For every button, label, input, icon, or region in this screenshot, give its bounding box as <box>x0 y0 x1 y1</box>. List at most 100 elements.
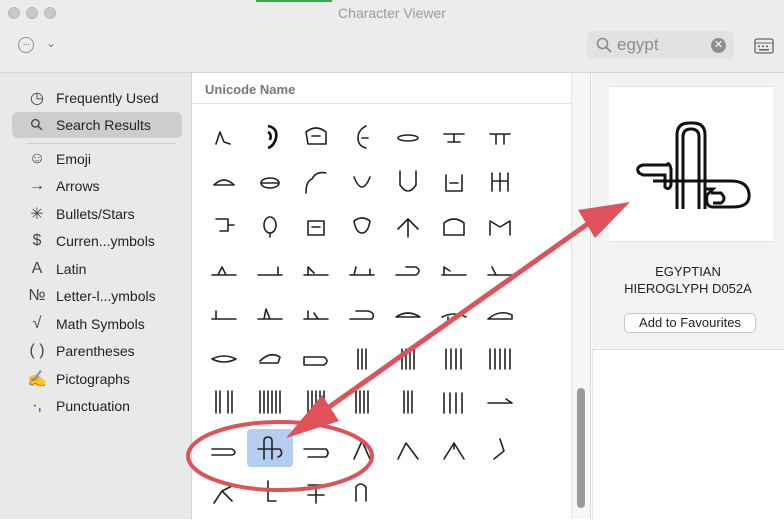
sidebar-item-pictographs[interactable]: ✍ Pictographs <box>12 366 182 392</box>
glyph-cell[interactable] <box>477 429 523 467</box>
keyboard-viewer-icon[interactable] <box>754 38 774 54</box>
glyph-cell[interactable] <box>431 339 477 377</box>
hieroglyph-icon <box>213 484 235 504</box>
glyph-cell[interactable] <box>385 207 431 245</box>
glyph-cell[interactable] <box>477 383 523 421</box>
sidebar-item-letter-l-ymbols[interactable]: № Letter-l...ymbols <box>12 283 182 309</box>
glyph-cell[interactable] <box>201 339 247 377</box>
glyph-cell[interactable] <box>247 383 293 421</box>
hieroglyph-icon <box>397 218 419 238</box>
glyph-cell[interactable] <box>247 163 293 201</box>
glyph-cell[interactable] <box>201 118 247 156</box>
search-icon <box>596 37 612 53</box>
glyph-cell[interactable] <box>293 339 339 377</box>
hieroglyph-icon <box>353 176 371 188</box>
glyph-cell[interactable] <box>339 295 385 333</box>
search-field[interactable]: ✕ <box>587 31 734 59</box>
glyph-cell[interactable] <box>293 429 339 467</box>
glyph-cell[interactable] <box>339 251 385 289</box>
glyph-cell[interactable] <box>339 429 385 467</box>
glyph-cell[interactable] <box>477 163 523 201</box>
glyph-cell[interactable] <box>339 473 385 511</box>
glyph-cell[interactable] <box>293 473 339 511</box>
glyph-cell[interactable] <box>477 118 523 156</box>
glyph-cell[interactable] <box>431 429 477 467</box>
glyph-cell[interactable] <box>247 118 293 156</box>
glyph-cell[interactable] <box>385 383 431 421</box>
glyph-cell[interactable] <box>293 295 339 333</box>
add-to-favourites-button[interactable]: Add to Favourites <box>624 313 756 333</box>
window-title: Character Viewer <box>338 5 446 21</box>
sidebar-item-search-results[interactable]: ⚲ Search Results <box>12 112 182 138</box>
glyph-cell[interactable] <box>431 163 477 201</box>
glyph-cell[interactable] <box>385 118 431 156</box>
glyph-cell[interactable] <box>431 207 477 245</box>
hieroglyph-icon <box>441 313 467 322</box>
glyph-cell[interactable] <box>339 118 385 156</box>
sidebar-item-arrows[interactable]: → Arrows <box>12 173 182 199</box>
glyph-cell[interactable] <box>293 383 339 421</box>
glyph-cell[interactable] <box>477 207 523 245</box>
sidebar-item-bullets-stars[interactable]: ✳ Bullets/Stars <box>12 201 182 227</box>
glyph-cell[interactable] <box>431 383 477 421</box>
sidebar-item-parentheses[interactable]: ( ) Parentheses <box>12 338 182 364</box>
search-input[interactable] <box>617 35 707 55</box>
glyph-cell[interactable] <box>201 207 247 245</box>
glyph-cell[interactable] <box>385 339 431 377</box>
hieroglyph-icon <box>305 171 327 194</box>
sidebar-item-math-symbols[interactable]: √ Math Symbols <box>12 311 182 337</box>
glyph-cell[interactable] <box>385 251 431 289</box>
hieroglyph-icon <box>257 266 283 276</box>
sidebar-item-frequently-used[interactable]: ◷ Frequently Used <box>12 85 182 111</box>
glyph-cell[interactable] <box>201 295 247 333</box>
glyph-cell[interactable] <box>293 207 339 245</box>
scrollbar-thumb[interactable] <box>577 388 585 508</box>
glyph-cell[interactable] <box>477 339 523 377</box>
glyph-cell[interactable] <box>339 383 385 421</box>
hieroglyph-icon <box>260 177 280 189</box>
glyph-cell[interactable] <box>247 207 293 245</box>
sidebar-item-curren-ymbols[interactable]: $ Curren...ymbols <box>12 228 182 254</box>
glyph-cell[interactable] <box>431 295 477 333</box>
glyph-cell-selected[interactable] <box>247 429 293 467</box>
glyph-cell[interactable] <box>293 118 339 156</box>
glyph-cell[interactable] <box>247 473 293 511</box>
glyph-cell[interactable] <box>201 429 247 467</box>
drag-indicator <box>256 0 332 2</box>
glyph-cell[interactable] <box>431 118 477 156</box>
glyph-cell[interactable] <box>385 429 431 467</box>
more-options-icon[interactable]: ··· <box>18 37 34 53</box>
glyph-cell[interactable] <box>293 251 339 289</box>
hieroglyph-preview-icon <box>636 121 751 209</box>
chevron-down-icon[interactable]: ⌄ <box>46 36 56 50</box>
hieroglyph-icon <box>307 220 325 236</box>
glyph-cell[interactable] <box>201 383 247 421</box>
glyph-cell[interactable] <box>201 473 247 511</box>
glyph-cell[interactable] <box>247 251 293 289</box>
dollar-icon: $ <box>32 232 42 249</box>
hieroglyph-icon <box>357 348 367 370</box>
hieroglyph-icon <box>443 442 465 460</box>
glyph-cell[interactable] <box>385 295 431 333</box>
glyph-cell[interactable] <box>247 339 293 377</box>
clear-search-icon[interactable]: ✕ <box>711 38 726 53</box>
hieroglyph-icon <box>487 311 513 320</box>
hieroglyph-icon <box>303 266 329 276</box>
glyph-cell[interactable] <box>385 163 431 201</box>
glyph-cell[interactable] <box>201 163 247 201</box>
glyph-cell[interactable] <box>293 163 339 201</box>
glyph-cell[interactable] <box>477 295 523 333</box>
sidebar-item-latin[interactable]: A Latin <box>12 256 182 282</box>
glyph-cell[interactable] <box>477 251 523 289</box>
glyph-cell[interactable] <box>247 295 293 333</box>
glyph-cell[interactable] <box>339 339 385 377</box>
sidebar-item-label: Math Symbols <box>56 316 145 332</box>
glyph-cell[interactable] <box>339 163 385 201</box>
sidebar-divider <box>26 143 176 144</box>
glyph-cell[interactable] <box>201 251 247 289</box>
hieroglyph-icon <box>211 266 237 276</box>
sidebar-item-punctuation[interactable]: ·, Punctuation <box>12 393 182 419</box>
glyph-cell[interactable] <box>431 251 477 289</box>
glyph-cell[interactable] <box>339 207 385 245</box>
sidebar-item-emoji[interactable]: ☺ Emoji <box>12 146 182 172</box>
